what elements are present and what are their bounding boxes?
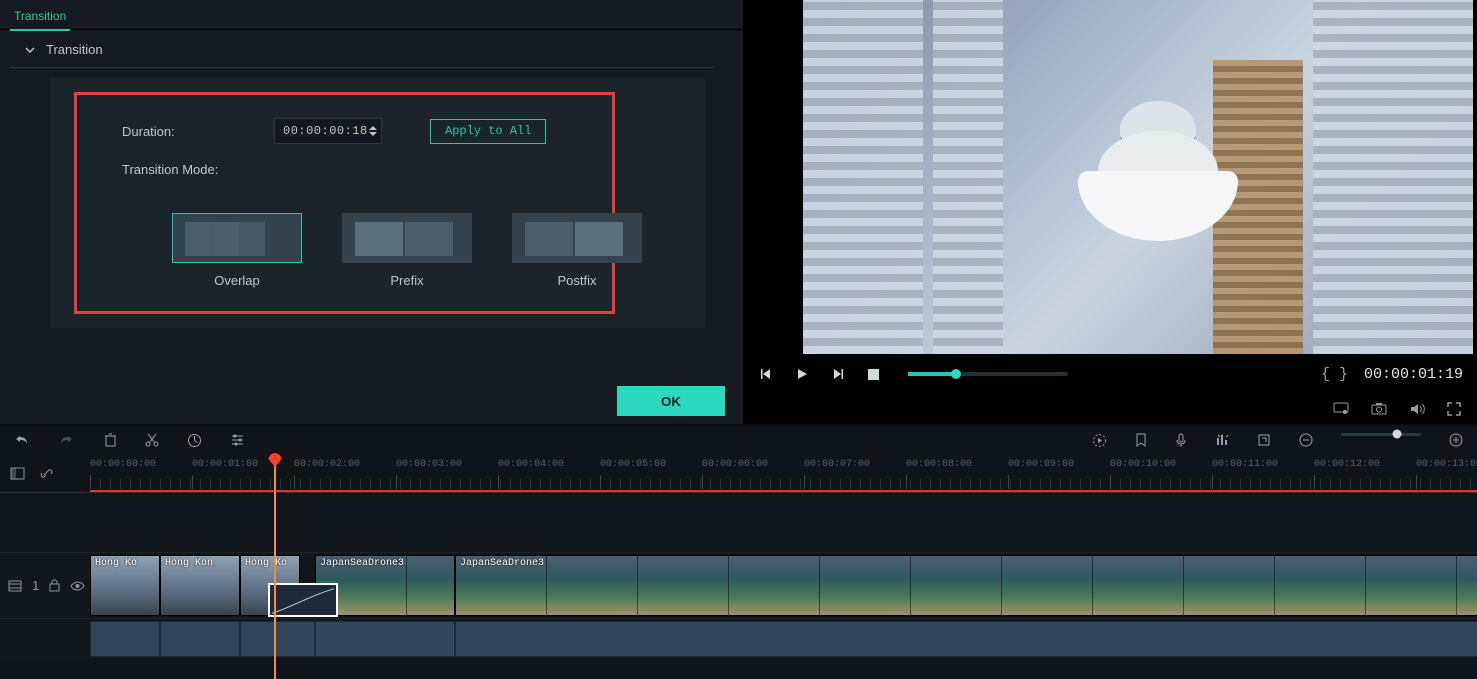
spinner-down-icon[interactable] <box>369 132 377 136</box>
audio-clip[interactable] <box>455 621 1477 657</box>
ruler-major-label: 00:00:04:00 <box>498 459 564 470</box>
video-track-header[interactable]: 1 <box>0 553 90 619</box>
settings-icon[interactable] <box>230 433 245 448</box>
range-brace[interactable]: { } <box>1321 366 1348 383</box>
apply-to-all-button[interactable]: Apply to All <box>430 119 546 144</box>
audio-clip[interactable] <box>90 621 160 657</box>
transition-clip[interactable] <box>268 583 338 617</box>
duration-spinner[interactable] <box>369 126 377 136</box>
transition-section-title: Transition <box>46 42 103 57</box>
preview-options-bar <box>745 394 1477 424</box>
ruler-major-label: 00:00:13:00 <box>1416 459 1477 470</box>
overlap-thumb <box>172 213 302 263</box>
audio-clip[interactable] <box>315 621 455 657</box>
preview-art <box>803 0 923 354</box>
speed-icon[interactable] <box>187 433 202 448</box>
snapshot-icon[interactable] <box>1371 402 1387 416</box>
video-track-label: 1 <box>32 578 39 593</box>
preview-art <box>933 0 1003 354</box>
transition-mode-label: Transition Mode: <box>122 162 262 177</box>
transition-section-header[interactable]: Transition <box>10 30 713 68</box>
undo-icon[interactable] <box>14 433 30 447</box>
ruler-accent-line <box>90 490 1477 492</box>
preview-transport-bar: { } 00:00:01:19 <box>745 354 1477 394</box>
preview-timecode: 00:00:01:19 <box>1364 366 1463 383</box>
ruler-major-label: 00:00:11:00 <box>1212 459 1278 470</box>
overlap-label: Overlap <box>214 273 260 288</box>
marker-icon[interactable] <box>1135 433 1147 448</box>
next-frame-icon[interactable] <box>831 367 845 381</box>
stop-icon[interactable] <box>867 368 880 381</box>
duration-value: 00:00:00:18 <box>283 124 368 138</box>
panel-tabbar: Transition <box>0 0 743 30</box>
video-track-body[interactable]: Hong Ko Hong Kon Hong Ko JapanSeaDrone3 … <box>90 553 1477 619</box>
transition-mode-overlap[interactable]: Overlap <box>172 213 302 288</box>
filmstrip-icon <box>8 580 22 592</box>
ruler-major-label: 00:00:03:00 <box>396 459 462 470</box>
audio-mixer-icon[interactable] <box>1215 433 1229 448</box>
play-icon[interactable] <box>795 367 809 381</box>
ruler-major-label: 00:00:00:00 <box>90 459 156 470</box>
audio-track-header[interactable] <box>0 619 90 659</box>
transition-form: Duration: 00:00:00:18 Apply to All Trans… <box>50 78 705 328</box>
link-icon[interactable] <box>39 466 54 481</box>
ruler-major-label: 00:00:07:00 <box>804 459 870 470</box>
postfix-thumb <box>512 213 642 263</box>
clip-hk1[interactable]: Hong Ko <box>90 555 160 616</box>
ok-button[interactable]: OK <box>617 386 725 416</box>
transition-settings-panel: Transition Transition Duration: 00:00:00… <box>0 0 745 424</box>
prev-frame-icon[interactable] <box>759 367 773 381</box>
preview-art <box>1313 0 1473 354</box>
ruler-major-label: 00:00:05:00 <box>600 459 666 470</box>
timeline-playhead[interactable] <box>274 455 276 679</box>
ruler-major-label: 00:00:06:00 <box>702 459 768 470</box>
ruler-major-label: 00:00:12:00 <box>1314 459 1380 470</box>
eye-icon[interactable] <box>70 581 85 591</box>
timeline: 00:00:00:00 00:00:01:00 00:00:02:00 00:00:0… <box>0 455 1477 679</box>
clip-hk2[interactable]: Hong Kon <box>160 555 240 616</box>
prefix-thumb <box>342 213 472 263</box>
delete-icon[interactable] <box>104 433 117 448</box>
preview-progress-slider[interactable] <box>908 372 1068 376</box>
ruler-major-label: 00:00:01:00 <box>192 459 258 470</box>
audio-clip[interactable] <box>160 621 240 657</box>
clip-jp2[interactable]: JapanSeaDrone3 <box>455 555 1477 616</box>
preview-panel: { } 00:00:01:19 <box>745 0 1477 424</box>
zoom-out-icon[interactable] <box>1299 433 1313 448</box>
timeline-layout-icon[interactable] <box>10 467 25 480</box>
preview-viewport[interactable] <box>803 0 1473 354</box>
redo-icon[interactable] <box>58 433 74 447</box>
ruler-major-label: 00:00:10:00 <box>1110 459 1176 470</box>
split-icon[interactable] <box>145 433 159 448</box>
preview-art <box>1058 71 1258 271</box>
display-settings-icon[interactable] <box>1333 402 1349 416</box>
zoom-in-icon[interactable] <box>1449 433 1463 448</box>
audio-clip[interactable] <box>240 621 315 657</box>
ruler-major-label: 00:00:02:00 <box>294 459 360 470</box>
duration-field[interactable]: 00:00:00:18 <box>274 118 382 144</box>
lock-icon[interactable] <box>49 579 60 592</box>
audio-track-body[interactable] <box>90 619 1477 659</box>
prefix-label: Prefix <box>390 273 423 288</box>
fullscreen-icon[interactable] <box>1447 402 1461 416</box>
duration-label: Duration: <box>122 124 262 139</box>
timeline-gap-row[interactable] <box>0 493 1477 553</box>
render-icon[interactable] <box>1092 433 1107 448</box>
spinner-up-icon[interactable] <box>369 126 377 130</box>
volume-icon[interactable] <box>1409 402 1425 416</box>
transition-mode-postfix[interactable]: Postfix <box>512 213 642 288</box>
timeline-toolbar <box>0 425 1477 455</box>
postfix-label: Postfix <box>557 273 596 288</box>
tab-transition[interactable]: Transition <box>10 6 70 31</box>
ruler-major-label: 00:00:09:00 <box>1008 459 1074 470</box>
voiceover-icon[interactable] <box>1175 433 1187 448</box>
zoom-slider[interactable] <box>1341 433 1421 436</box>
timeline-ruler[interactable]: 00:00:00:00 00:00:01:00 00:00:02:00 00:00:0… <box>0 455 1477 493</box>
crop-icon[interactable] <box>1257 433 1271 448</box>
transition-mode-prefix[interactable]: Prefix <box>342 213 472 288</box>
ruler-major-label: 00:00:08:00 <box>906 459 972 470</box>
chevron-down-icon <box>24 44 36 56</box>
